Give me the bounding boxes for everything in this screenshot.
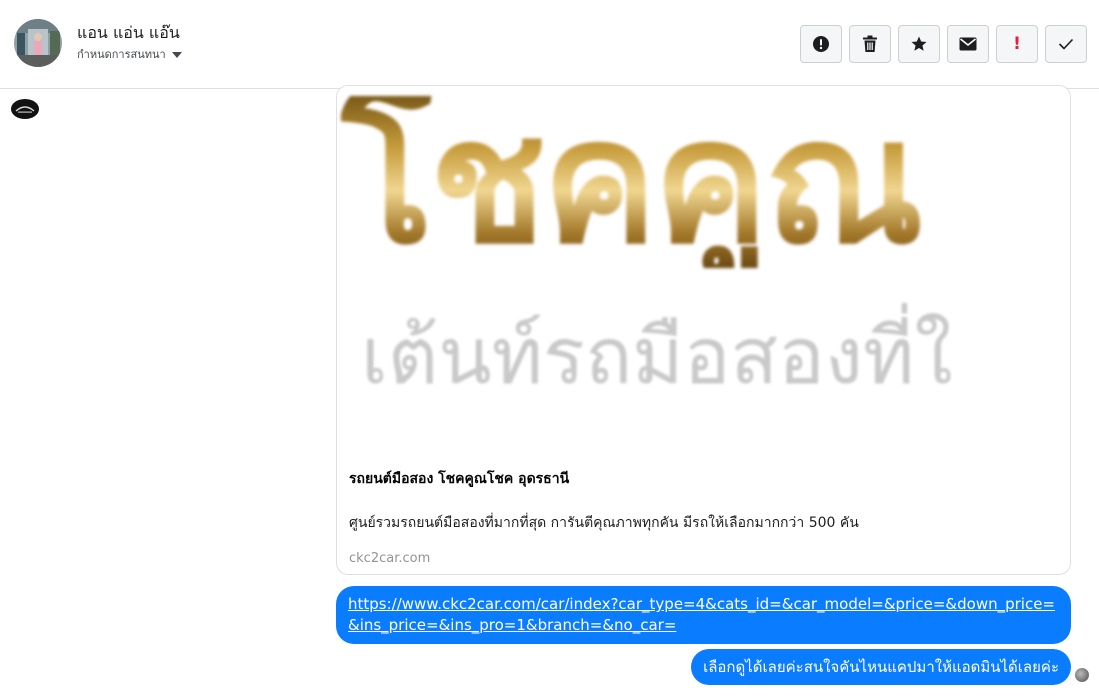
star-button[interactable] <box>898 25 940 63</box>
message-bubble: เลือกดูได้เลยค่ะสนใจคันไหนแคปมาให้แอดมิน… <box>691 649 1071 685</box>
caret-down-icon <box>171 51 182 58</box>
link-preview-title: รถยนต์มือสอง โชคคูณโชค อุดรธานี <box>349 471 570 487</box>
contact-name[interactable]: แอน แอ่น แอ๊น <box>77 21 180 46</box>
preview-brand-text: โชคคูณ <box>341 86 924 282</box>
link-preview-description: ศูนย์รวมรถยนต์มือสองที่มากที่สุด การันตี… <box>349 515 859 531</box>
report-button[interactable] <box>800 25 842 63</box>
done-button[interactable] <box>1045 25 1087 63</box>
conversation-toolbar: ! <box>800 25 1087 63</box>
alert-circle-icon <box>813 36 829 52</box>
important-button[interactable]: ! <box>996 25 1038 63</box>
envelope-icon <box>959 37 977 51</box>
link-preview-image: โชคคูณ เต้นท์รถมือสองที่ใ <box>337 86 1070 448</box>
check-icon <box>1058 38 1074 50</box>
message-link[interactable]: https://www.ckc2car.com/car/index?car_ty… <box>348 594 1059 636</box>
page-avatar <box>11 99 39 119</box>
mark-unread-button[interactable] <box>947 25 989 63</box>
trash-icon <box>863 35 877 52</box>
link-preview-card[interactable]: โชคคูณ เต้นท์รถมือสองที่ใ รถยนต์มือสอง โ… <box>336 85 1071 575</box>
conversation-settings-label: กำหนดการสนทนา <box>77 48 166 61</box>
exclamation-icon: ! <box>1013 34 1021 54</box>
contact-avatar[interactable] <box>14 19 62 67</box>
conversation-settings-dropdown[interactable]: กำหนดการสนทนา <box>77 45 182 63</box>
link-preview-domain: ckc2car.com <box>349 551 431 566</box>
preview-tagline-text: เต้นท์รถมือสองที่ใ <box>361 312 953 402</box>
message-bubble-link: https://www.ckc2car.com/car/index?car_ty… <box>336 586 1071 644</box>
message-text: เลือกดูได้เลยค่ะสนใจคันไหนแคปมาให้แอดมิน… <box>703 658 1059 676</box>
seen-indicator-avatar <box>1075 668 1089 682</box>
delete-button[interactable] <box>849 25 891 63</box>
conversation-header: แอน แอ่น แอ๊น กำหนดการสนทนา ! <box>0 0 1099 89</box>
star-icon <box>911 36 927 51</box>
